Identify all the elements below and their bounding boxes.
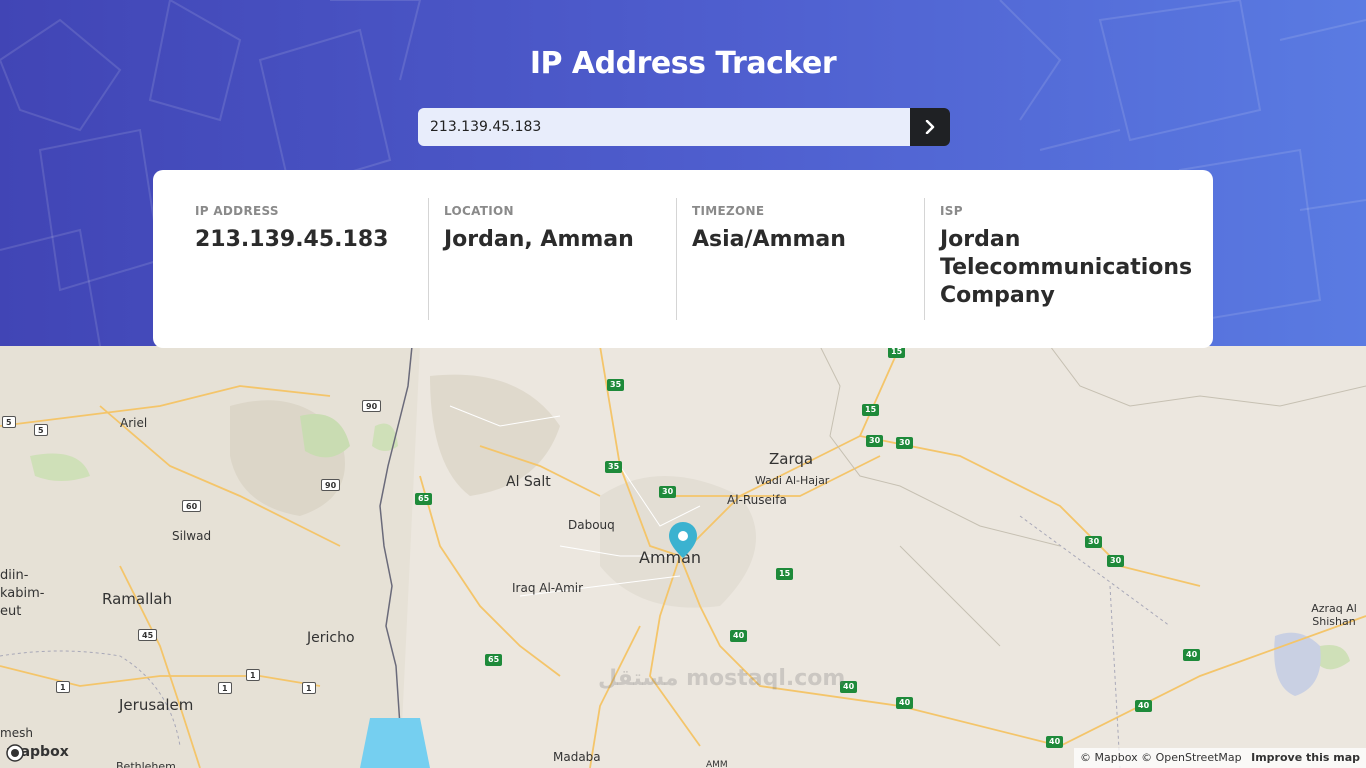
ip-search-input[interactable] (418, 108, 910, 146)
road-shield: 60 (182, 500, 202, 512)
mapbox-icon (6, 744, 24, 762)
mapbox-logo[interactable]: mapbox (6, 744, 69, 762)
city-label: AMM (706, 760, 728, 768)
city-label: Madaba (553, 750, 601, 764)
city-label: Dabouq (568, 518, 615, 532)
road-shield: 65 (485, 654, 503, 666)
city-label: Iraq Al-Amir (512, 581, 584, 595)
search-bar (418, 108, 950, 146)
info-label: IP ADDRESS (195, 204, 279, 218)
city-label: Jerusalem (119, 696, 194, 714)
search-submit-button[interactable] (910, 108, 950, 146)
road-shield: 30 (866, 435, 884, 447)
city-label: Wadi Al-Hajar (755, 474, 830, 487)
info-label: ISP (940, 204, 963, 218)
road-shield: 65 (415, 493, 433, 505)
info-timezone: TIMEZONE Asia/Amman (676, 198, 924, 320)
info-value: Asia/Amman (692, 227, 846, 252)
info-label: TIMEZONE (692, 204, 765, 218)
road-shield: 40 (730, 630, 748, 642)
city-label: kabim- (0, 586, 45, 601)
city-label: Al Salt (506, 474, 551, 490)
city-label: Jericho (307, 630, 355, 646)
road-shield: 5 (34, 424, 48, 436)
city-label: Bethlehem (116, 760, 176, 768)
road-shield: 40 (1183, 649, 1201, 661)
attribution-text[interactable]: © Mapbox © OpenStreetMap (1080, 751, 1242, 764)
page-title: IP Address Tracker (529, 46, 837, 81)
city-label: mesh (0, 726, 33, 740)
road-shield: 1 (218, 682, 232, 694)
road-shield: 35 (607, 379, 625, 391)
road-shield: 30 (896, 437, 914, 449)
watermark: مستقل mostaql.com (598, 666, 846, 691)
city-label: eut (0, 604, 22, 619)
info-value: Jordan, Amman (444, 227, 634, 252)
road-shield: 90 (321, 479, 341, 491)
info-isp: ISP Jordan Telecommunications Company (924, 198, 1193, 320)
city-label: Zarqa (769, 450, 814, 468)
road-shield: 15 (862, 404, 880, 416)
road-shield: 30 (1085, 536, 1103, 548)
info-location: LOCATION Jordan, Amman (428, 198, 676, 320)
improve-map-link[interactable]: Improve this map (1251, 751, 1360, 764)
city-label: diin- (0, 568, 29, 583)
ip-info-card: IP ADDRESS 213.139.45.183 LOCATION Jorda… (153, 170, 1213, 348)
city-label: Al-Ruseifa (727, 493, 787, 507)
road-shield: 40 (1135, 700, 1153, 712)
road-shield: 35 (605, 461, 623, 473)
city-label: Ramallah (102, 590, 173, 608)
city-label: Silwad (172, 529, 212, 543)
chevron-right-icon (925, 120, 935, 134)
road-shield: 15 (776, 568, 794, 580)
map-attribution: © Mapbox © OpenStreetMap Improve this ma… (1074, 748, 1366, 768)
road-shield: 1 (56, 681, 70, 693)
city-label: Ariel (120, 416, 148, 430)
road-shield: 40 (896, 697, 914, 709)
map[interactable]: Ariel Al Salt Zarqa Wadi Al-Hajar Al-Rus… (0, 346, 1366, 768)
road-shield: 1 (302, 682, 316, 694)
road-shield: 5 (2, 416, 16, 428)
road-shield: 30 (1107, 555, 1125, 567)
city-label: Azraq Al Shishan (1311, 602, 1357, 628)
road-shield: 30 (659, 486, 677, 498)
road-shield: 45 (138, 629, 158, 641)
info-ip-address: IP ADDRESS 213.139.45.183 (153, 198, 428, 320)
road-shield: 40 (1046, 736, 1064, 748)
road-shield: 90 (362, 400, 382, 412)
info-value: 213.139.45.183 (195, 227, 389, 252)
info-value: Jordan Telecommunications Company (940, 227, 1193, 308)
info-label: LOCATION (444, 204, 514, 218)
road-shield: 1 (246, 669, 260, 681)
